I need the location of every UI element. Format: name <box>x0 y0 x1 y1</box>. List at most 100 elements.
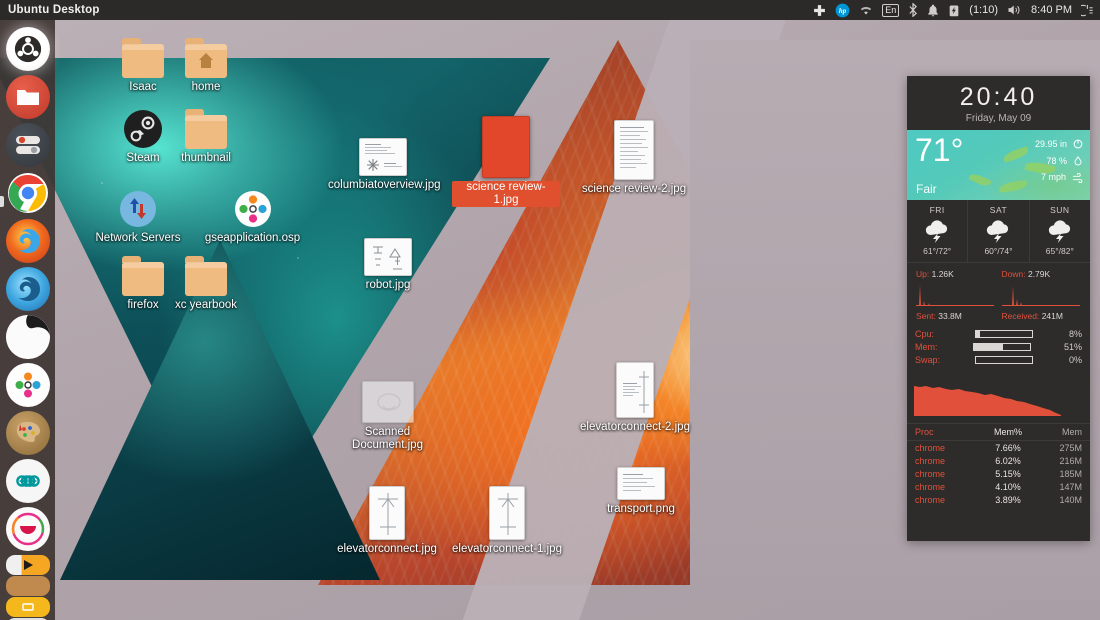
conky-weather-details: 29.95 in 78 % 7 mph <box>1035 136 1083 186</box>
desktop-icon-science-review-2[interactable]: science review-2.jpg <box>580 114 688 196</box>
process-mempct: 6.02% <box>977 456 1039 466</box>
desktop-icon-scanned-document[interactable]: Scanned Document.jpg <box>330 375 445 452</box>
conky-date: Friday, May 09 <box>907 113 1090 124</box>
launcher-item-gse-application[interactable] <box>6 363 50 407</box>
battery-icon[interactable] <box>948 0 960 20</box>
inkscape-icon <box>11 512 45 546</box>
desktop-icon-label: elevatorconnect.jpg <box>328 543 446 556</box>
conky-condition: Fair <box>916 182 937 196</box>
desktop-icon-label: columbiatoverview.jpg <box>328 179 438 192</box>
process-mem: 147M <box>1039 482 1082 492</box>
system-stat-row: Cpu: 8% <box>915 329 1082 339</box>
volume-icon[interactable] <box>1007 0 1022 20</box>
desktop-icon-transport[interactable]: transport.png <box>593 452 689 516</box>
desktop-icon-label: xc yearbook <box>158 299 254 312</box>
cpu-label: Cpu: <box>915 329 957 339</box>
image-thumbnail <box>580 358 690 418</box>
process-name: chrome <box>915 469 977 479</box>
desktop-icon-network-servers[interactable]: Network Servers <box>78 181 198 245</box>
launcher-item-blackwhite-app[interactable] <box>6 315 50 359</box>
medical-cross-icon[interactable] <box>813 0 826 20</box>
launcher-item-inkscape[interactable] <box>6 507 50 551</box>
launcher-item-system-settings[interactable] <box>6 123 50 167</box>
launcher-item-arduino[interactable] <box>6 459 50 503</box>
received-value: 241M <box>1042 311 1063 321</box>
image-thumbnail <box>593 452 689 500</box>
session-menu-icon[interactable] <box>1081 0 1094 20</box>
files-folder-icon <box>15 86 41 108</box>
conky-pressure-value: 29.95 in <box>1035 136 1067 153</box>
desktop-icon-label: transport.png <box>593 503 689 516</box>
cpu-percent: 8% <box>1069 329 1082 339</box>
launcher-item-google-chrome[interactable] <box>6 171 50 215</box>
keyboard-layout-label: En <box>882 4 899 17</box>
desktop-icon-science-review-1[interactable]: science review-1.jpg <box>452 112 560 207</box>
wifi-icon[interactable] <box>859 0 873 20</box>
desktop-icon-gseapplication[interactable]: gseapplication.osp <box>190 181 315 245</box>
desktop-icon-folder-home[interactable]: home <box>158 30 254 94</box>
launcher-item-firefox-developer[interactable] <box>6 267 50 311</box>
desktop-icon-folder-thumbnail[interactable]: thumbnail <box>158 101 254 165</box>
hp-logo-icon[interactable]: hp <box>835 0 850 20</box>
launcher-item-vlc[interactable] <box>6 555 50 575</box>
desktop-icon-elevatorconnect[interactable]: elevatorconnect.jpg <box>328 482 446 556</box>
col-mem: Mem <box>1039 427 1082 437</box>
process-table-header: Proc Mem% Mem <box>907 423 1090 441</box>
conky-history-graph <box>914 374 1083 416</box>
upload-sparkline <box>916 282 994 306</box>
conky-wind-value: 7 mph <box>1041 169 1066 186</box>
swap-label: Swap: <box>915 355 957 365</box>
desktop-icon-label: home <box>158 81 254 94</box>
col-proc: Proc <box>915 427 977 437</box>
vlc-play-icon <box>20 559 36 571</box>
process-row: chrome 5.15% 185M <box>907 467 1090 480</box>
launcher-item-text-editor[interactable] <box>6 597 50 617</box>
mem-percent: 51% <box>1064 342 1082 352</box>
chrome-icon <box>7 172 49 214</box>
desktop-icon-columbiatoverview[interactable]: columbiatoverview.jpg <box>328 128 438 192</box>
desktop-icon-label: science review-2.jpg <box>580 183 688 196</box>
battery-time-label: (1:10) <box>969 4 998 16</box>
thunderstorm-icon <box>983 219 1013 243</box>
desktop-icon-label: science review-1.jpg <box>452 181 560 207</box>
network-download: Down: 2.79K Received: 241M <box>999 269 1085 321</box>
folder-home-icon <box>158 30 254 78</box>
system-tray: hp En <box>813 0 1100 20</box>
ubuntu-logo-icon <box>13 34 43 64</box>
system-stat-row: Mem: 51% <box>915 342 1082 352</box>
pressure-icon <box>1073 139 1083 149</box>
process-mem: 185M <box>1039 469 1082 479</box>
forecast-range: 65°/82° <box>1030 246 1090 256</box>
notification-bell-icon[interactable] <box>927 0 939 20</box>
process-row: chrome 4.10% 147M <box>907 480 1090 493</box>
process-row: chrome 3.89% 140M <box>907 493 1090 506</box>
system-stat-row: Swap: 0% <box>915 355 1082 365</box>
network-upload: Up: 1.26K Sent: 33.8M <box>913 269 999 321</box>
desktop-icon-label: Network Servers <box>78 232 198 245</box>
launcher-item-firefox[interactable] <box>6 219 50 263</box>
keyboard-layout-icon[interactable]: En <box>882 0 899 20</box>
desktop-icon-elevatorconnect-2[interactable]: elevatorconnect-2.jpg <box>580 358 690 434</box>
mem-bar <box>973 343 1031 351</box>
process-mempct: 4.10% <box>977 482 1039 492</box>
process-row: chrome 7.66% 275M <box>907 441 1090 454</box>
bluetooth-icon[interactable] <box>908 0 918 20</box>
launcher-item-files[interactable] <box>6 75 50 119</box>
top-panel: Ubuntu Desktop hp En <box>0 0 1100 20</box>
launcher-item-archive-manager[interactable] <box>6 576 50 596</box>
wind-icon <box>1072 173 1083 183</box>
desktop-icon-robot[interactable]: robot.jpg <box>340 228 436 292</box>
svg-text:hp: hp <box>839 8 847 15</box>
unity-launcher <box>0 20 55 620</box>
conky-network-section: Up: 1.26K Sent: 33.8M Down: 2.79K Receiv… <box>907 263 1090 325</box>
clock-label[interactable]: 8:40 PM <box>1031 4 1072 16</box>
desktop-icon-elevatorconnect-1[interactable]: elevatorconnect-1.jpg <box>452 482 562 556</box>
launcher-item-gimp[interactable] <box>6 411 50 455</box>
panel-title[interactable]: Ubuntu Desktop <box>8 4 100 16</box>
process-mem: 275M <box>1039 443 1082 453</box>
launcher-item-dash-home[interactable] <box>6 27 50 71</box>
forecast-range: 60°/74° <box>968 246 1028 256</box>
desktop-icon-folder-xcyearbook[interactable]: xc yearbook <box>158 248 254 312</box>
firefox-icon <box>12 225 44 257</box>
forecast-day-label: FRI <box>907 205 967 215</box>
